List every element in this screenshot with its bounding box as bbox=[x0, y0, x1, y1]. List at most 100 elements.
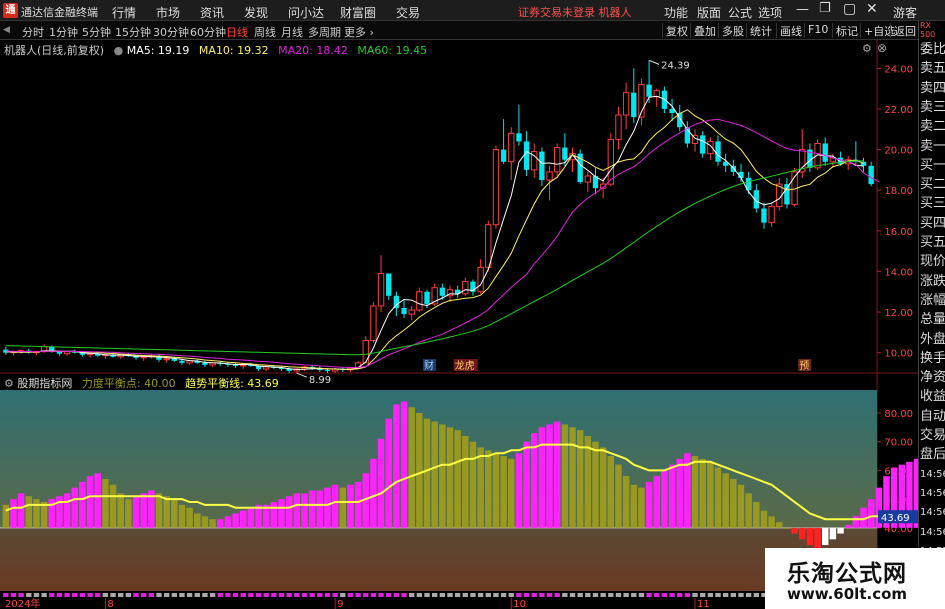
menu-function[interactable]: 功能 bbox=[664, 4, 688, 21]
candle-body-up bbox=[492, 149, 500, 226]
fuquan-button[interactable]: 复权 bbox=[662, 23, 691, 38]
collapse-icon[interactable]: ◀ bbox=[3, 25, 10, 35]
tab-monthly[interactable]: 月线 bbox=[281, 24, 303, 40]
indicator-bar bbox=[446, 427, 454, 528]
tab-1min[interactable]: 1分钟 bbox=[49, 24, 78, 40]
title-bar: 通 通达信金融终端 行情 市场 资讯 发现 问小达 财富圈 交易 证券交易未登录… bbox=[0, 0, 945, 21]
side-panel-label: 盘后 bbox=[920, 447, 945, 463]
candle-body-down bbox=[202, 362, 208, 365]
side-panel-label: 外盘 bbox=[920, 331, 945, 347]
indicator-bar bbox=[400, 401, 408, 528]
indicator-bar bbox=[783, 527, 791, 529]
legend-dot-icon: ● bbox=[113, 44, 124, 57]
indicator-bar bbox=[270, 501, 278, 528]
tab-more[interactable]: 更多 › bbox=[344, 24, 374, 40]
indicator-bar bbox=[408, 407, 415, 528]
mark-button[interactable]: 标记 bbox=[832, 23, 861, 38]
menu-quotes[interactable]: 行情 bbox=[112, 4, 136, 21]
signal-strip-cell bbox=[569, 593, 576, 597]
signal-strip-cell bbox=[638, 593, 645, 597]
kline-chart[interactable]: 24.00 22.00 20.00 18.00 16.00 14.00 12.00 10.00… bbox=[0, 40, 918, 609]
signal-strip-cell bbox=[692, 593, 698, 597]
signal-strip-cell bbox=[508, 593, 514, 597]
app-title: 通达信金融终端 bbox=[21, 6, 98, 19]
draw-button[interactable]: 画线 bbox=[776, 23, 805, 38]
close-icon[interactable]: ✕ bbox=[866, 1, 878, 17]
low-marker-label: 8.99 bbox=[309, 375, 331, 386]
signal-strip-cell bbox=[462, 593, 468, 597]
indicator-bar bbox=[393, 404, 400, 528]
signal-strip-cell bbox=[386, 593, 392, 597]
tab-15min[interactable]: 15分钟 bbox=[115, 24, 151, 40]
signal-strip-cell bbox=[707, 593, 714, 597]
login-notice[interactable]: 证券交易未登录 机器人 bbox=[518, 4, 632, 20]
menu-formula[interactable]: 公式 bbox=[728, 4, 752, 21]
overlay-button[interactable]: 叠加 bbox=[690, 23, 719, 38]
tab-daily[interactable]: 日线 bbox=[226, 24, 248, 40]
candle-body-down bbox=[562, 147, 568, 160]
menu-xiaoda[interactable]: 问小达 bbox=[288, 4, 324, 21]
side-panel-label: 买一 bbox=[920, 157, 945, 173]
tab-60min[interactable]: 60分钟 bbox=[190, 24, 226, 40]
signal-strip-cell bbox=[615, 593, 622, 597]
signal-strip-cell bbox=[217, 593, 223, 597]
stats-button[interactable]: 统计 bbox=[746, 23, 775, 38]
side-panel-label: 涨幅 bbox=[920, 292, 945, 308]
indicator-bar bbox=[722, 473, 729, 528]
maximize-icon[interactable]: ▢ bbox=[843, 1, 856, 17]
indicator-bar bbox=[760, 510, 768, 528]
menu-options[interactable]: 选项 bbox=[758, 4, 782, 21]
signal-strip-cell bbox=[631, 593, 637, 597]
menu-layout[interactable]: 版面 bbox=[697, 4, 721, 21]
indicator-gear-icon[interactable]: ⚙ bbox=[4, 377, 14, 390]
settings-icon[interactable]: ⚙ bbox=[862, 42, 872, 55]
signal-strip-cell bbox=[516, 593, 522, 597]
candle-body-down bbox=[393, 295, 400, 308]
indicator-bar bbox=[691, 456, 699, 528]
restore-icon[interactable]: ❐ bbox=[819, 1, 831, 16]
ma10-legend: MA10: 19.32 bbox=[198, 44, 269, 57]
indicator-bar bbox=[561, 424, 569, 528]
indicator-bar bbox=[546, 424, 553, 528]
multi-stock-button[interactable]: 多股 bbox=[718, 23, 747, 38]
signal-strip-cell bbox=[447, 593, 453, 597]
signal-strip-cell bbox=[18, 593, 24, 597]
indicator-bar bbox=[354, 481, 362, 528]
period-toolbar: ◀ 分时 1分钟 5分钟 15分钟 30分钟 60分钟 日线 周线 月线 多周期… bbox=[0, 21, 945, 40]
menu-news[interactable]: 资讯 bbox=[200, 4, 224, 21]
tab-5min[interactable]: 5分钟 bbox=[82, 24, 111, 40]
indicator-bar bbox=[822, 527, 829, 546]
close-pane-icon[interactable]: ⊗ bbox=[877, 41, 887, 55]
menu-discover[interactable]: 发现 bbox=[244, 4, 268, 21]
tab-timeshare[interactable]: 分时 bbox=[22, 24, 44, 40]
app-logo-icon: 通 bbox=[3, 3, 18, 18]
signal-strip-cell bbox=[439, 593, 446, 597]
signal-strip-cell bbox=[278, 593, 285, 597]
signal-strip-cell bbox=[271, 593, 277, 597]
menu-trade[interactable]: 交易 bbox=[396, 4, 420, 21]
indicator-tick-label: 80.00 bbox=[884, 409, 913, 420]
menu-market[interactable]: 市场 bbox=[156, 4, 180, 21]
tab-30min[interactable]: 30分钟 bbox=[153, 24, 189, 40]
minimize-icon[interactable]: — bbox=[796, 2, 809, 17]
back-button[interactable]: 返回 bbox=[890, 23, 919, 38]
user-label[interactable]: 游客 bbox=[893, 4, 917, 21]
f10-button[interactable]: F10 bbox=[804, 23, 831, 38]
candle-body-up bbox=[485, 224, 492, 268]
indicator-bar bbox=[109, 484, 117, 528]
signal-strip-cell bbox=[592, 593, 599, 597]
watermark: 乐淘公式网 www.60lt.com bbox=[765, 548, 945, 609]
indicator-bar bbox=[10, 499, 17, 528]
menu-wealth[interactable]: 财富圈 bbox=[340, 4, 376, 21]
side-panel-label: 14:56 bbox=[920, 468, 945, 480]
indicator-bar bbox=[178, 504, 186, 528]
indicator-bar bbox=[324, 487, 331, 528]
event-tag-bang: 龙虎 bbox=[455, 359, 475, 372]
tab-weekly[interactable]: 周线 bbox=[254, 24, 276, 40]
signal-strip-cell bbox=[523, 593, 530, 597]
tab-multi-period[interactable]: 多周期 bbox=[308, 24, 341, 40]
indicator-bar bbox=[599, 447, 607, 528]
candle-body-up bbox=[584, 175, 592, 183]
side-panel-label: 买三 bbox=[920, 196, 945, 212]
sub-panel-bg-bottom bbox=[0, 527, 877, 591]
